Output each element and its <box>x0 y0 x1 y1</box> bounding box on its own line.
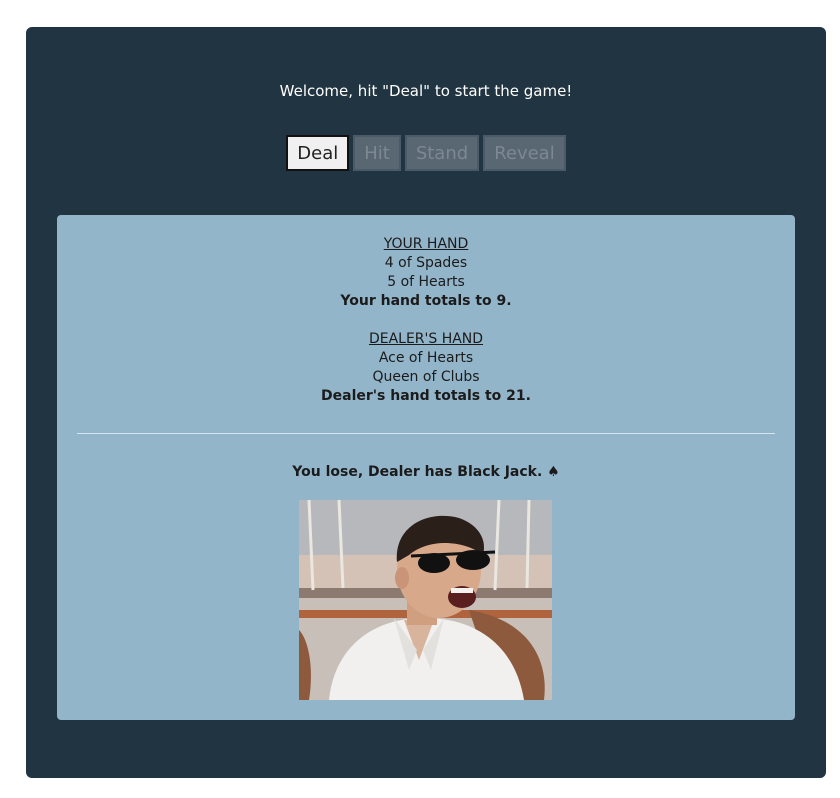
dealer-hand-total: Dealer's hand totals to 21. <box>321 388 531 404</box>
stand-button: Stand <box>404 135 480 171</box>
welcome-message: Welcome, hit "Deal" to start the game! <box>279 82 573 100</box>
game-container: Welcome, hit "Deal" to start the game! D… <box>26 27 826 778</box>
player-card: 4 of Spades <box>384 255 468 271</box>
player-hand-total: Your hand totals to 9. <box>340 293 512 309</box>
game-panel: YOUR HAND 4 of Spades 5 of Hearts Your h… <box>57 215 795 720</box>
hit-button: Hit <box>353 135 401 171</box>
dealer-hand-title: DEALER'S HAND <box>368 331 484 347</box>
deal-button[interactable]: Deal <box>286 135 350 171</box>
laughing-man-image <box>299 500 552 700</box>
reveal-button: Reveal <box>483 135 566 171</box>
player-card: 5 of Hearts <box>387 274 465 290</box>
player-hand: YOUR HAND 4 of Spades 5 of Hearts Your h… <box>57 235 795 311</box>
dealer-card: Queen of Clubs <box>372 369 480 385</box>
dealer-card: Ace of Hearts <box>378 350 474 366</box>
control-buttons: Deal Hit Stand Reveal <box>26 135 826 171</box>
reaction-image <box>299 500 552 700</box>
divider <box>77 433 775 434</box>
player-hand-title: YOUR HAND <box>383 236 469 252</box>
dealer-hand: DEALER'S HAND Ace of Hearts Queen of Clu… <box>57 330 795 406</box>
result-message: You lose, Dealer has Black Jack. ♠ <box>292 464 560 480</box>
